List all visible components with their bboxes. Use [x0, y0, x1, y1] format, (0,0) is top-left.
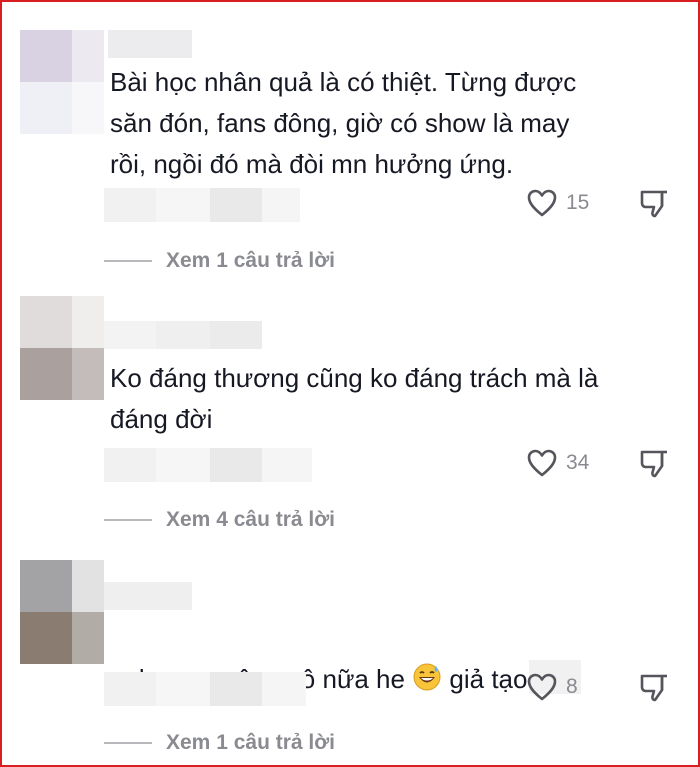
username[interactable]: [104, 321, 262, 349]
like-button[interactable]: 8: [526, 672, 578, 702]
comment-text: Bài học nhân quả là có thiệt. Từng được …: [110, 67, 577, 179]
username[interactable]: [108, 30, 192, 58]
like-button[interactable]: 15: [526, 188, 589, 218]
avatar[interactable]: [20, 30, 104, 134]
view-replies-label: Xem 4 câu trả lời: [166, 508, 336, 531]
view-replies-label: Xem 1 câu trả lời: [166, 249, 336, 272]
username[interactable]: [104, 582, 192, 610]
like-count: 8: [566, 675, 578, 698]
like-count: 15: [566, 191, 590, 214]
view-replies-label: Xem 1 câu trả lời: [166, 731, 336, 754]
replies-divider: [104, 260, 152, 262]
comment-text: Ko đáng thương cũng ko đáng trách mà là …: [110, 363, 599, 434]
comment-meta: [104, 188, 300, 222]
heart-icon: [527, 673, 557, 701]
avatar[interactable]: [20, 560, 104, 664]
replies-divider: [104, 519, 152, 521]
view-replies-button[interactable]: Xem 4 câu trả lời: [104, 508, 335, 532]
grinning-sweat-emoji-icon: [413, 663, 441, 691]
like-button[interactable]: 34: [526, 448, 589, 478]
dislike-button[interactable]: [638, 188, 670, 225]
heart-icon: [527, 449, 557, 477]
comment-text-part: giả tạo: [442, 664, 528, 694]
comment-meta: [104, 672, 306, 706]
like-count: 34: [566, 451, 590, 474]
avatar[interactable]: [20, 296, 104, 400]
thumbs-down-icon: [640, 450, 667, 478]
thumbs-down-icon: [640, 674, 667, 702]
dislike-button[interactable]: [638, 448, 670, 485]
view-replies-button[interactable]: Xem 1 câu trả lời: [104, 249, 335, 273]
thumbs-down-icon: [640, 190, 667, 218]
dislike-button[interactable]: [638, 672, 670, 709]
view-replies-button[interactable]: Xem 1 câu trả lời: [104, 731, 335, 755]
heart-icon: [527, 189, 557, 217]
comment-meta: [104, 448, 312, 482]
replies-divider: [104, 742, 152, 744]
